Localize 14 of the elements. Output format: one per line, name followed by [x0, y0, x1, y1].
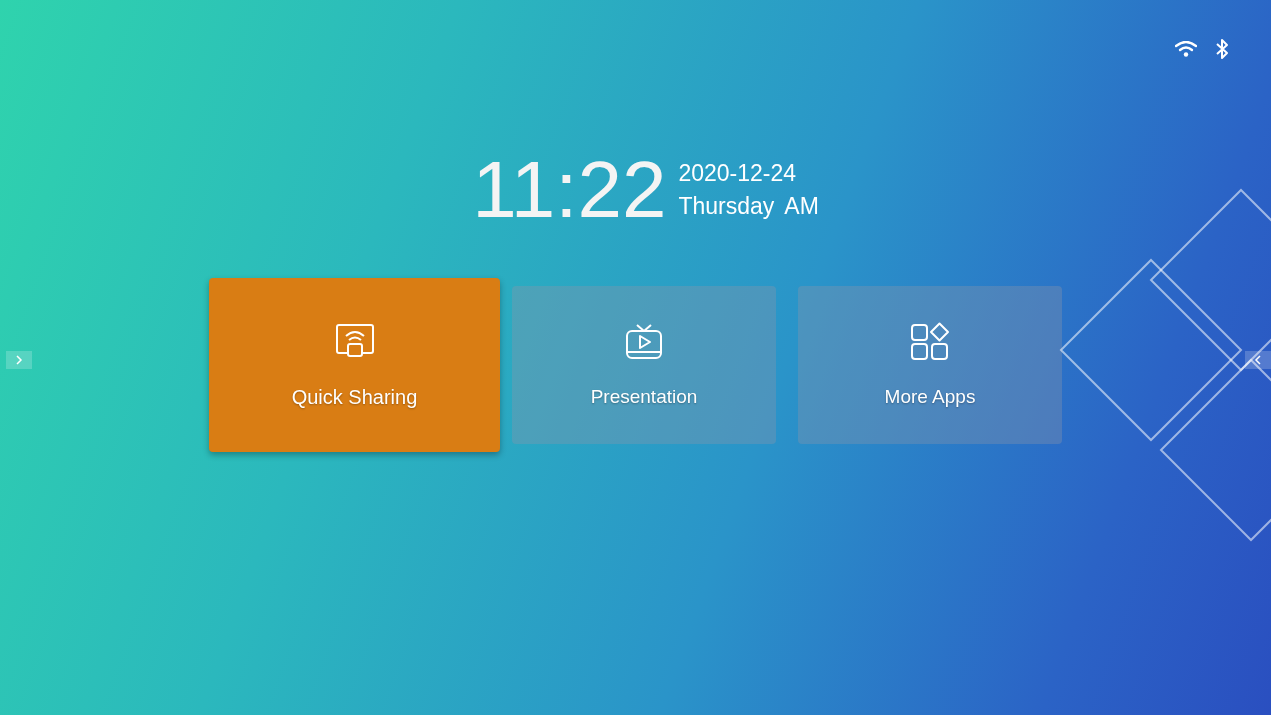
app-tile[interactable]: Quick Sharing [209, 278, 500, 452]
chevron-left-icon [1254, 355, 1262, 365]
clock-weekday: Thursday [678, 193, 775, 220]
apps-grid-icon [910, 322, 950, 362]
tv-play-icon [624, 322, 664, 362]
chevron-right-icon [15, 355, 23, 365]
previous-page-button[interactable] [1245, 351, 1271, 369]
clock-time: 11:22 [472, 150, 667, 230]
bluetooth-icon [1215, 38, 1229, 60]
app-tile[interactable]: Presentation [512, 286, 776, 444]
clock-date: 2020-12-24 [678, 160, 798, 187]
app-tile[interactable]: More Apps [798, 286, 1062, 444]
clock-period: AM [784, 193, 819, 220]
wifi-icon [1175, 41, 1197, 57]
